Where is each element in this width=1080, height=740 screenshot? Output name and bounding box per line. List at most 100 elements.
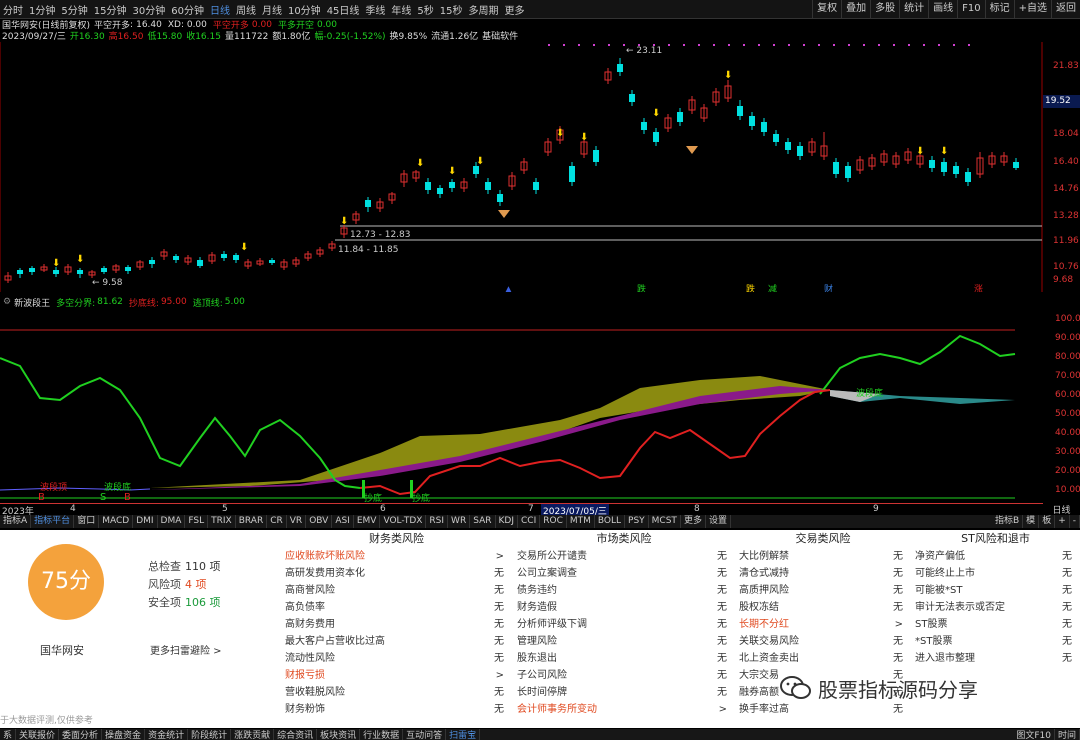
risk-item[interactable]: 高负债率 无 [283, 599, 510, 616]
bottom-tab-4[interactable]: 资金统计 [145, 729, 189, 740]
indicator-tab-13[interactable]: EMV [354, 515, 381, 528]
timeframe-8[interactable]: 月线 [259, 2, 285, 17]
timeframe-7[interactable]: 周线 [233, 2, 259, 17]
bottom-tab-9[interactable]: 行业数据 [360, 729, 404, 740]
risk-item[interactable]: 应收账款坏账风险 > [283, 548, 510, 565]
toolbar-right-1[interactable]: 叠加 [841, 0, 870, 18]
risk-item[interactable]: 公司立案调查 无 [515, 565, 733, 582]
risk-item[interactable]: 大比例解禁 无 [737, 548, 909, 565]
risk-item[interactable]: 清仓式减持 无 [737, 565, 909, 582]
risk-item[interactable]: 可能终止上市 无 [913, 565, 1078, 582]
risk-item[interactable]: 财务粉饰 无 [283, 701, 510, 718]
indicator-tab-14[interactable]: VOL-TDX [380, 515, 427, 528]
risk-item[interactable]: 可能被*ST 无 [913, 582, 1078, 599]
risk-item[interactable]: 关联交易风险 无 [737, 633, 909, 650]
timeframe-14[interactable]: 15秒 [437, 2, 466, 17]
timeframe-3[interactable]: 15分钟 [91, 2, 130, 17]
timeframe-15[interactable]: 多周期 [466, 2, 502, 17]
risk-item[interactable]: 北上资金卖出 无 [737, 650, 909, 667]
indicator-tab-25[interactable]: 更多 [681, 515, 706, 528]
toolbar-right-0[interactable]: 复权 [812, 0, 841, 18]
timeframe-16[interactable]: 更多 [502, 2, 528, 17]
risk-item[interactable]: 子公司风险 无 [515, 667, 733, 684]
toolbar-right-2[interactable]: 多股 [870, 0, 899, 18]
risk-item[interactable]: 债务违约 无 [515, 582, 733, 599]
indicator-tab-1[interactable]: 指标平台 [31, 515, 75, 528]
bottom-tab-0[interactable]: 系 [0, 729, 17, 740]
indicator-tab-17[interactable]: SAR [470, 515, 496, 528]
risk-item[interactable]: 股权冻结 无 [737, 599, 909, 616]
risk-item[interactable]: 进入退市整理 无 [913, 650, 1078, 667]
indicator-tab-0[interactable]: 指标A [0, 515, 32, 528]
toolbar-right-3[interactable]: 统计 [899, 0, 928, 18]
indicator-tab-22[interactable]: BOLL [595, 515, 626, 528]
timeframe-1[interactable]: 1分钟 [26, 2, 58, 17]
risk-item[interactable]: *ST股票 无 [913, 633, 1078, 650]
toolbar-right-6[interactable]: 标记 [984, 0, 1014, 18]
more-risk-link[interactable]: 更多扫雷避险 > [150, 642, 222, 657]
timeframe-9[interactable]: 10分钟 [285, 2, 324, 17]
indicator-tab-16[interactable]: WR [448, 515, 471, 528]
indicator-tab-7[interactable]: TRIX [208, 515, 236, 528]
indicator-tab-9[interactable]: CR [267, 515, 287, 528]
indicator-tab-18[interactable]: KDJ [496, 515, 518, 528]
indicator-tab-26[interactable]: 设置 [706, 515, 731, 528]
risk-item[interactable]: 高财务费用 无 [283, 616, 510, 633]
risk-item[interactable]: 审计无法表示或否定 无 [913, 599, 1078, 616]
bottom-tab-11[interactable]: 扫雷宝 [446, 729, 481, 740]
indicator-tab-15[interactable]: RSI [426, 515, 449, 528]
bottom-right-1[interactable]: 时间 [1055, 729, 1080, 740]
bottom-tab-5[interactable]: 阶段统计 [188, 729, 232, 740]
timeframe-0[interactable]: 分时 [0, 2, 26, 17]
risk-item[interactable]: 交易所公开谴责 无 [515, 548, 733, 565]
timeframe-2[interactable]: 5分钟 [58, 2, 90, 17]
indicator-tab-20[interactable]: ROC [540, 515, 567, 528]
risk-item[interactable]: 高质押风险 无 [737, 582, 909, 599]
indicator-tab-3[interactable]: MACD [99, 515, 134, 528]
risk-item[interactable]: ST股票 无 [913, 616, 1078, 633]
risk-item[interactable]: 管理风险 无 [515, 633, 733, 650]
toolbar-right-7[interactable]: +自选 [1013, 0, 1051, 18]
indicator-tab-19[interactable]: CCI [518, 515, 541, 528]
indicator-tab-right-4[interactable]: - [1070, 515, 1080, 528]
toolbar-right-8[interactable]: 返回 [1051, 0, 1080, 18]
risk-item[interactable]: 长时间停牌 无 [515, 684, 733, 701]
bottom-tab-2[interactable]: 委面分析 [59, 729, 103, 740]
indicator-tab-right-2[interactable]: 板 [1039, 515, 1056, 528]
timeframe-13[interactable]: 5秒 [414, 2, 436, 17]
indicator-chart[interactable]: 波段顶B波段底S B 抄底 抄底波段底 [0, 308, 1043, 503]
bottom-tab-1[interactable]: 关联报价 [16, 729, 60, 740]
timeframe-12[interactable]: 年线 [388, 2, 414, 17]
timeframe-4[interactable]: 30分钟 [129, 2, 168, 17]
risk-item[interactable]: 最大客户占营收比过高 无 [283, 633, 510, 650]
timeframe-5[interactable]: 60分钟 [168, 2, 207, 17]
timeframe-10[interactable]: 45日线 [324, 2, 363, 17]
risk-item[interactable]: 股东退出 无 [515, 650, 733, 667]
risk-item[interactable]: 高商誉风险 无 [283, 582, 510, 599]
toolbar-right-4[interactable]: 画线 [928, 0, 957, 18]
risk-item[interactable]: 流动性风险 无 [283, 650, 510, 667]
indicator-tab-24[interactable]: MCST [649, 515, 681, 528]
indicator-tab-right-3[interactable]: + [1055, 515, 1070, 528]
indicator-tab-right-0[interactable]: 指标B [992, 515, 1024, 528]
indicator-tab-right-1[interactable]: 模 [1023, 515, 1040, 528]
indicator-tab-10[interactable]: VR [287, 515, 307, 528]
risk-item[interactable]: 会计师事务所变动 > [515, 701, 733, 718]
timeframe-11[interactable]: 季线 [362, 2, 388, 17]
toolbar-right-5[interactable]: F10 [957, 0, 984, 18]
bottom-tab-10[interactable]: 互动问答 [403, 729, 447, 740]
bottom-tab-3[interactable]: 操盘资金 [102, 729, 146, 740]
bottom-right-0[interactable]: 图文F10 [1013, 729, 1055, 740]
indicator-tab-12[interactable]: ASI [332, 515, 354, 528]
risk-item[interactable]: 财务造假 无 [515, 599, 733, 616]
indicator-tab-5[interactable]: DMA [158, 515, 186, 528]
timeframe-6[interactable]: 日线 [207, 2, 233, 17]
indicator-tab-6[interactable]: FSL [185, 515, 209, 528]
indicator-gear-icon[interactable]: ⚙ [3, 297, 11, 307]
risk-item[interactable]: 换手率过高 无 [737, 701, 909, 718]
risk-item[interactable]: 长期不分红 > [737, 616, 909, 633]
price-chart[interactable]: 12.73 - 12.83 11.84 - 11.85 ← 23.11 ← 9.58 ⬇… [0, 42, 1043, 292]
risk-item[interactable]: 分析师评级下调 无 [515, 616, 733, 633]
indicator-tab-8[interactable]: BRAR [236, 515, 268, 528]
indicator-tab-2[interactable]: 窗口 [74, 515, 100, 528]
